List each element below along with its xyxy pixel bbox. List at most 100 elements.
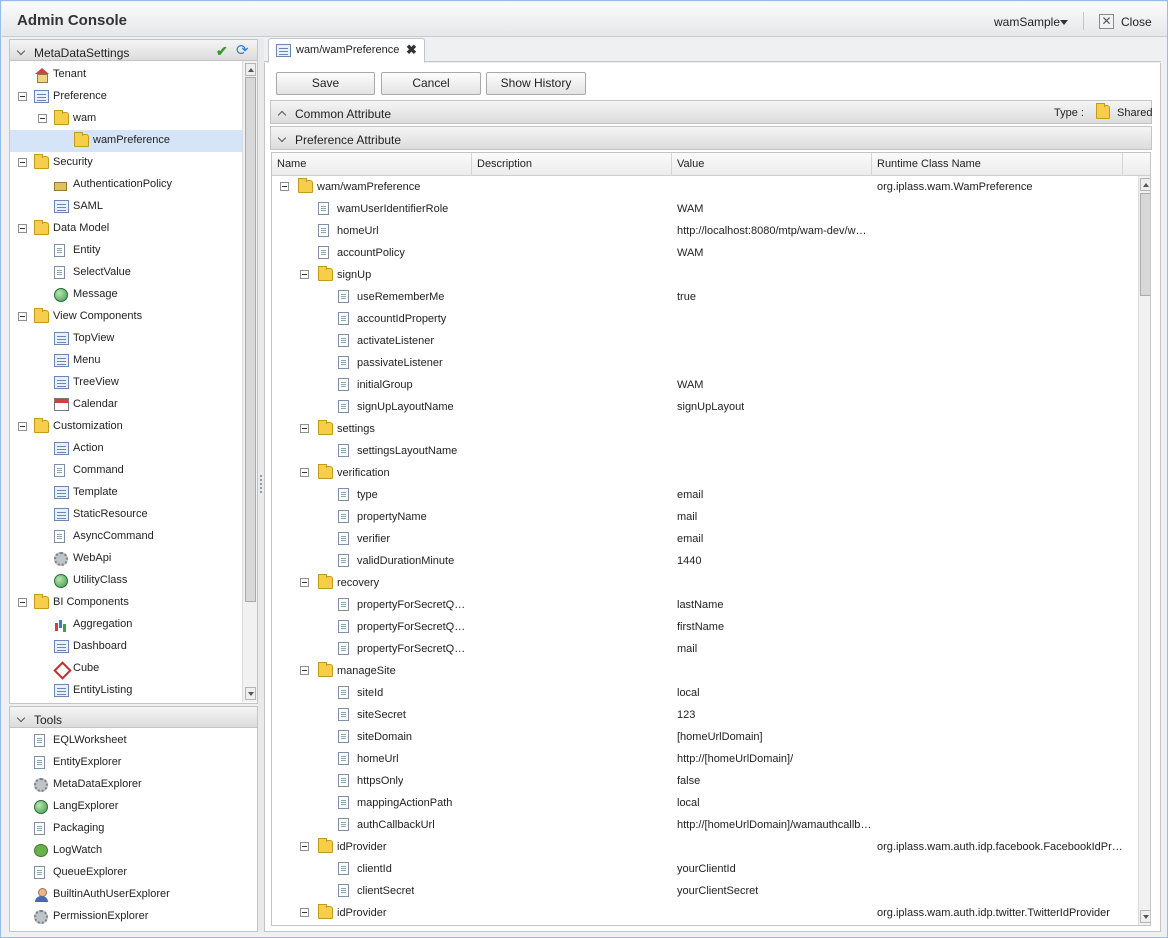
- tool-item-queueexplorer[interactable]: QueueExplorer: [10, 862, 250, 884]
- tree-item-entitylisting[interactable]: EntityListing: [10, 680, 242, 702]
- cell-value[interactable]: WAM: [677, 247, 703, 259]
- grid-row[interactable]: siteSecret 123: [272, 704, 1136, 726]
- cell-value[interactable]: 1440: [677, 555, 701, 567]
- tool-item-label[interactable]: BuiltinAuthUserExplorer: [53, 888, 170, 900]
- tree-item-treeview[interactable]: TreeView: [10, 372, 242, 394]
- tree-item-template[interactable]: Template: [10, 482, 242, 504]
- grid-row[interactable]: manageSite: [272, 660, 1136, 682]
- cell-value[interactable]: firstName: [677, 621, 724, 633]
- tree-item-label[interactable]: UtilityClass: [73, 574, 127, 586]
- chevron-down-icon[interactable]: [1060, 20, 1068, 25]
- tree-item-label[interactable]: Customization: [53, 420, 123, 432]
- tool-item-label[interactable]: MetaDataExplorer: [53, 778, 142, 790]
- tree-item-label[interactable]: Entity: [73, 244, 101, 256]
- cell-value[interactable]: [homeUrlDomain]: [677, 731, 763, 743]
- grid-row[interactable]: useRememberMe true: [272, 286, 1136, 308]
- cell-value[interactable]: yourClientSecret: [677, 885, 758, 897]
- grid-row[interactable]: authCallbackUrl http://[homeUrlDomain]/wa…: [272, 814, 1136, 836]
- tool-item-label[interactable]: LogWatch: [53, 844, 102, 856]
- cell-value[interactable]: http://localhost:8080/mtp/wam-dev/wa…: [677, 225, 872, 237]
- grid-row[interactable]: type email: [272, 484, 1136, 506]
- tree-item-message[interactable]: Message: [10, 284, 242, 306]
- tree-item-customization[interactable]: Customization: [10, 416, 242, 438]
- collapse-toggle-icon[interactable]: [300, 578, 309, 587]
- tree-item-data-model[interactable]: Data Model: [10, 218, 242, 240]
- scroll-thumb[interactable]: [245, 77, 256, 602]
- tool-item-permissionexplorer[interactable]: PermissionExplorer: [10, 906, 250, 928]
- scroll-thumb[interactable]: [1140, 193, 1150, 296]
- grid-row[interactable]: verifier email: [272, 528, 1136, 550]
- tree-scrollbar[interactable]: [242, 61, 257, 702]
- tool-item-label[interactable]: Packaging: [53, 822, 104, 834]
- tree-item-command[interactable]: Command: [10, 460, 242, 482]
- cell-value[interactable]: email: [677, 533, 703, 545]
- grid-row[interactable]: propertyForSecretQ… mail: [272, 638, 1136, 660]
- check-icon[interactable]: ✔: [216, 43, 228, 60]
- tree-item-wam[interactable]: wam: [10, 108, 242, 130]
- tool-item-builtinauthuserexplorer[interactable]: BuiltinAuthUserExplorer: [10, 884, 250, 906]
- scroll-down-icon[interactable]: [1140, 910, 1150, 923]
- tree-item-asynccommand[interactable]: AsyncCommand: [10, 526, 242, 548]
- tool-item-langexplorer[interactable]: LangExplorer: [10, 796, 250, 818]
- tab-close-icon[interactable]: ✖: [406, 42, 417, 58]
- grid-row[interactable]: siteDomain [homeUrlDomain]: [272, 726, 1136, 748]
- show-history-button[interactable]: Show History: [486, 72, 586, 95]
- scroll-up-icon[interactable]: [1140, 178, 1150, 191]
- column-header-value[interactable]: Value: [672, 153, 872, 176]
- cell-value[interactable]: local: [677, 687, 700, 699]
- tree-item-selectvalue[interactable]: SelectValue: [10, 262, 242, 284]
- grid-row[interactable]: wam/wamPreference org.iplass.wam.WamPrefe…: [272, 176, 1136, 198]
- tree-item-saml[interactable]: SAML: [10, 196, 242, 218]
- collapse-toggle-icon[interactable]: [300, 468, 309, 477]
- tree-item-label[interactable]: Cube: [73, 662, 99, 674]
- tree-item-label[interactable]: StaticResource: [73, 508, 148, 520]
- grid-row[interactable]: homeUrl http://localhost:8080/mtp/wam-dev…: [272, 220, 1136, 242]
- grid-row[interactable]: verification: [272, 462, 1136, 484]
- tool-item-label[interactable]: EntityExplorer: [53, 756, 121, 768]
- cell-value[interactable]: mail: [677, 643, 697, 655]
- cell-value[interactable]: http://[homeUrlDomain]/wamauthcallb…: [677, 819, 871, 831]
- grid-row[interactable]: initialGroup WAM: [272, 374, 1136, 396]
- grid-row[interactable]: settingsLayoutName: [272, 440, 1136, 462]
- common-attribute-section[interactable]: Common Attribute Type : Shared: [270, 100, 1152, 124]
- tree-item-label[interactable]: wam: [73, 112, 96, 124]
- tree-item-menu[interactable]: Menu: [10, 350, 242, 372]
- cell-value[interactable]: false: [677, 775, 700, 787]
- tree-item-preference[interactable]: Preference: [10, 86, 242, 108]
- tab-label[interactable]: wam/wamPreference: [296, 44, 399, 56]
- close-icon[interactable]: ✕: [1099, 14, 1114, 29]
- cell-value[interactable]: http://[homeUrlDomain]/: [677, 753, 793, 765]
- scroll-down-icon[interactable]: [245, 687, 256, 700]
- tree-item-security[interactable]: Security: [10, 152, 242, 174]
- preference-attribute-section[interactable]: Preference Attribute: [270, 126, 1152, 150]
- tool-item-label[interactable]: PermissionExplorer: [53, 910, 148, 922]
- tool-item-eqlworksheet[interactable]: EQLWorksheet: [10, 730, 250, 752]
- collapse-toggle-icon[interactable]: [18, 158, 27, 167]
- tree-item-staticresource[interactable]: StaticResource: [10, 504, 242, 526]
- grid-row[interactable]: propertyForSecretQ… lastName: [272, 594, 1136, 616]
- tools-header[interactable]: Tools: [9, 706, 258, 728]
- tree-item-wampreference[interactable]: wamPreference: [10, 130, 242, 152]
- cell-value[interactable]: WAM: [677, 379, 703, 391]
- grid-row[interactable]: mappingActionPath local: [272, 792, 1136, 814]
- collapse-toggle-icon[interactable]: [300, 666, 309, 675]
- collapse-toggle-icon[interactable]: [38, 114, 47, 123]
- grid-row[interactable]: homeUrl http://[homeUrlDomain]/: [272, 748, 1136, 770]
- tree-item-authenticationpolicy[interactable]: AuthenticationPolicy: [10, 174, 242, 196]
- collapse-toggle-icon[interactable]: [300, 270, 309, 279]
- tree-item-aggregation[interactable]: Aggregation: [10, 614, 242, 636]
- collapse-toggle-icon[interactable]: [18, 92, 27, 101]
- column-header-name[interactable]: Name: [272, 153, 472, 176]
- tree-item-label[interactable]: WebApi: [73, 552, 111, 564]
- grid-row[interactable]: clientId yourClientId: [272, 858, 1136, 880]
- grid-row[interactable]: validDurationMinute 1440: [272, 550, 1136, 572]
- tree-item-label[interactable]: Template: [73, 486, 118, 498]
- tree-item-tenant[interactable]: Tenant: [10, 64, 242, 86]
- grid-row[interactable]: clientSecret yourClientSecret: [272, 880, 1136, 902]
- tree-item-dashboard[interactable]: Dashboard: [10, 636, 242, 658]
- grid-row[interactable]: propertyName mail: [272, 506, 1136, 528]
- grid-row[interactable]: wamUserIdentifierRole WAM: [272, 198, 1136, 220]
- grid-row[interactable]: signUpLayoutName signUpLayout: [272, 396, 1136, 418]
- cell-value[interactable]: 123: [677, 709, 695, 721]
- grid-row[interactable]: settings: [272, 418, 1136, 440]
